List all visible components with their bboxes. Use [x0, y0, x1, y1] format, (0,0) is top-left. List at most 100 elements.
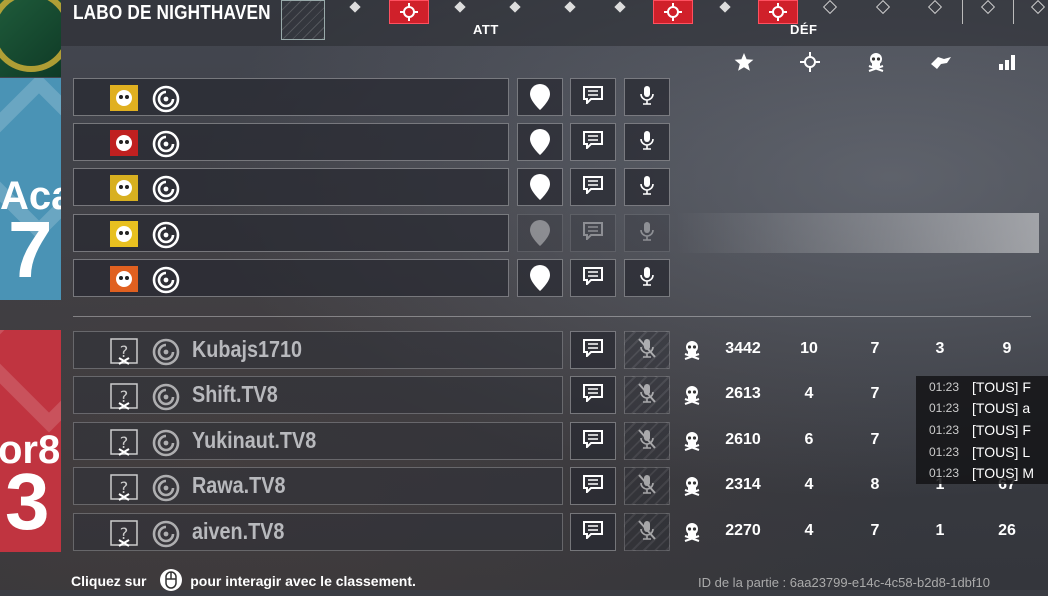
- player-row[interactable]: ? Kubajs1710 3442 10 7 3 9: [73, 331, 1048, 371]
- microphone-muted-icon: [638, 382, 656, 408]
- chat-button[interactable]: [570, 214, 616, 252]
- player-name-box[interactable]: ? Yukinaut.TV8: [73, 422, 563, 460]
- player-name: aiven.TV8: [192, 518, 285, 544]
- chat-message: 01:23 [TOUS] F: [916, 376, 1048, 398]
- team-divider: [73, 316, 1031, 317]
- mute-voice-button[interactable]: [624, 259, 670, 297]
- mute-voice-button[interactable]: [624, 168, 670, 206]
- chat-time: 01:23: [929, 401, 960, 416]
- mute-voice-button[interactable]: [624, 214, 670, 252]
- player-row[interactable]: ? aiven.TV8 2270 4 7 1 26: [73, 513, 1048, 553]
- operator-icon: ?: [108, 518, 140, 548]
- chat-button[interactable]: [570, 513, 616, 551]
- player-row[interactable]: [73, 214, 1048, 254]
- chat-time: 01:23: [929, 444, 960, 459]
- chat-message: 01:23 [TOUS] F: [916, 419, 1048, 441]
- microphone-muted-icon: [638, 428, 656, 454]
- player-row[interactable]: ? Shift.TV8 2613 4 7: [73, 376, 1048, 416]
- player-row[interactable]: [73, 168, 1048, 208]
- match-id: ID de la partie : 6aa23799-e14c-4c58-b2d…: [698, 575, 990, 590]
- map-pin-button[interactable]: [517, 214, 563, 252]
- chat-icon: [583, 383, 603, 407]
- microphone-muted-icon: [638, 473, 656, 499]
- round-separator: [1013, 0, 1014, 24]
- map-pin-icon: [530, 129, 550, 155]
- skull-icon: [683, 476, 701, 501]
- operator-icon: [108, 264, 140, 294]
- mute-voice-button[interactable]: [624, 123, 670, 161]
- chat-icon: [583, 474, 603, 498]
- player-row[interactable]: [73, 123, 1048, 163]
- stat-deaths: 7: [870, 522, 880, 539]
- player-name-box[interactable]: ? Kubajs1710: [73, 331, 563, 369]
- chat-button[interactable]: [570, 331, 616, 369]
- stat-deaths: 7: [870, 340, 880, 357]
- stat-kills: 4: [804, 476, 814, 493]
- player-row[interactable]: ? Rawa.TV8 2314 4 8 1 67: [73, 467, 1048, 507]
- player-name-box[interactable]: ? Rawa.TV8: [73, 467, 563, 505]
- chat-time: 01:23: [929, 422, 960, 437]
- map-thumbnail: [281, 0, 325, 40]
- operator-icon: [108, 128, 140, 158]
- player-name: Kubajs1710: [192, 336, 302, 362]
- mute-voice-button[interactable]: [624, 78, 670, 116]
- microphone-icon: [640, 175, 654, 200]
- skull-icon: [683, 385, 701, 410]
- ubisoft-logo-icon: [152, 383, 180, 416]
- chat-button[interactable]: [570, 78, 616, 116]
- chat-feed: 01:23 [TOUS] F 01:23 [TOUS] a 01:23 [TOUS] F0…: [916, 376, 1048, 484]
- skull-icon: [865, 52, 887, 72]
- player-name-box[interactable]: [73, 123, 509, 161]
- player-name-box[interactable]: ? Shift.TV8: [73, 376, 563, 414]
- round-separator: [962, 0, 963, 24]
- skull-icon: [683, 522, 701, 547]
- chat-button[interactable]: [570, 376, 616, 414]
- map-pin-button[interactable]: [517, 123, 563, 161]
- stat-assists: 1: [935, 522, 945, 539]
- ubisoft-logo-icon: [152, 221, 180, 254]
- defense-team-tile: or8 3: [0, 330, 61, 552]
- player-row[interactable]: [73, 259, 1048, 299]
- stat-assists: 3: [935, 340, 945, 357]
- mute-voice-button[interactable]: [624, 513, 670, 551]
- map-pin-button[interactable]: [517, 78, 563, 116]
- chat-button[interactable]: [570, 123, 616, 161]
- operator-icon: ?: [108, 336, 140, 366]
- microphone-icon: [640, 130, 654, 155]
- chat-button[interactable]: [570, 467, 616, 505]
- mute-voice-button[interactable]: [624, 331, 670, 369]
- attack-team-tile: Aca 7: [0, 78, 61, 300]
- attack-team-score: 7: [8, 205, 53, 294]
- stat-score: 3442: [725, 340, 761, 357]
- chat-text: [TOUS] M: [972, 465, 1034, 482]
- player-row[interactable]: [73, 78, 1048, 118]
- mute-voice-button[interactable]: [624, 467, 670, 505]
- player-name-box[interactable]: [73, 168, 509, 206]
- player-row[interactable]: ? Yukinaut.TV8 2610 6 7: [73, 422, 1048, 462]
- player-name-box[interactable]: [73, 214, 509, 252]
- player-name-box[interactable]: [73, 78, 509, 116]
- player-name-box[interactable]: [73, 259, 509, 297]
- map-pin-button[interactable]: [517, 168, 563, 206]
- operator-icon: ?: [108, 381, 140, 411]
- stat-kills: 4: [804, 385, 814, 402]
- footer-hint-after: pour interagir avec le classement.: [190, 573, 416, 589]
- player-name: Yukinaut.TV8: [192, 427, 317, 453]
- map-pin-button[interactable]: [517, 259, 563, 297]
- skull-icon: [683, 431, 701, 456]
- chat-button[interactable]: [570, 259, 616, 297]
- map-pin-icon: [530, 84, 550, 110]
- round-attack-win-icon: [389, 0, 429, 24]
- chat-icon: [583, 85, 603, 109]
- chat-text: [TOUS] a: [972, 400, 1031, 417]
- chat-icon: [583, 520, 603, 544]
- defense-team-score: 3: [5, 457, 50, 546]
- operator-icon: [108, 173, 140, 203]
- mute-voice-button[interactable]: [624, 376, 670, 414]
- mute-voice-button[interactable]: [624, 422, 670, 460]
- chat-message: 01:23 [TOUS] L: [916, 440, 1048, 463]
- chat-time: 01:23: [929, 379, 960, 394]
- chat-button[interactable]: [570, 422, 616, 460]
- player-name-box[interactable]: ? aiven.TV8: [73, 513, 563, 551]
- chat-button[interactable]: [570, 168, 616, 206]
